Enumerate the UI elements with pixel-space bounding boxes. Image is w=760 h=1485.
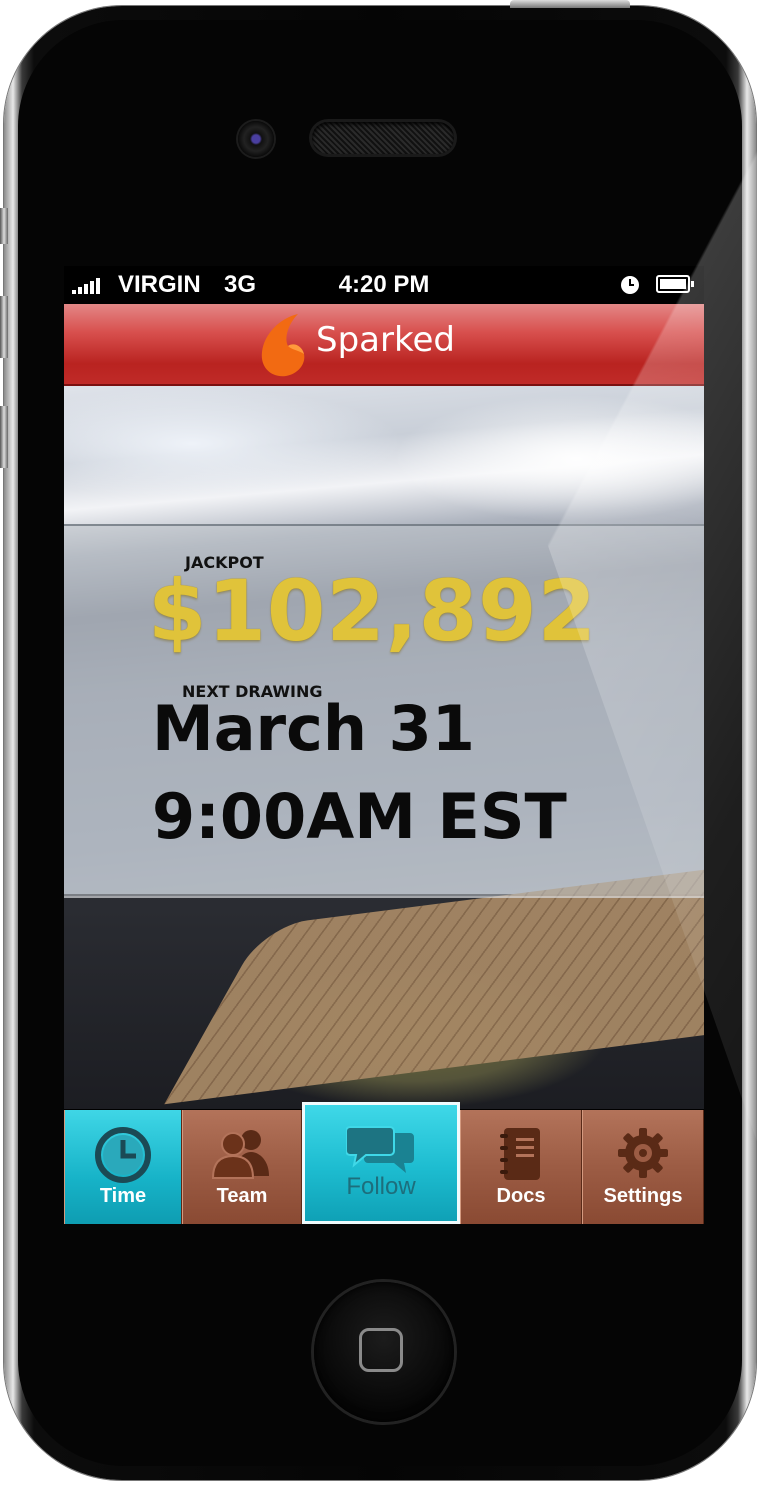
tab-settings[interactable]: Settings bbox=[582, 1110, 704, 1224]
tab-team-label: Team bbox=[216, 1185, 268, 1207]
app-title: Sparked bbox=[316, 320, 455, 360]
tab-bar: Time Team Follow Docs Settings bbox=[64, 1102, 704, 1224]
status-clock: 4:20 PM bbox=[338, 271, 430, 298]
tab-follow-label: Follow bbox=[346, 1173, 416, 1200]
clock-icon bbox=[95, 1127, 151, 1183]
earpiece-speaker bbox=[312, 122, 454, 154]
status-bar: VIRGIN 3G 4:20 PM bbox=[64, 266, 704, 304]
volume-up-button bbox=[0, 296, 8, 358]
tab-docs-label: Docs bbox=[496, 1185, 546, 1207]
next-drawing-date: March 31 bbox=[152, 692, 475, 765]
tab-team[interactable]: Team bbox=[182, 1110, 302, 1224]
power-button bbox=[510, 0, 630, 8]
alarm-icon bbox=[621, 276, 639, 294]
home-square-icon bbox=[359, 1328, 403, 1372]
next-drawing-time: 9:00AM EST bbox=[152, 780, 567, 853]
info-panel: JACKPOT $102,892 NEXT DRAWING March 31 9… bbox=[64, 524, 704, 898]
mute-switch bbox=[0, 208, 8, 244]
tab-settings-label: Settings bbox=[603, 1185, 683, 1207]
front-camera bbox=[238, 121, 274, 157]
people-icon bbox=[211, 1130, 269, 1179]
notebook-icon bbox=[500, 1128, 540, 1180]
tab-time-label: Time bbox=[99, 1185, 147, 1207]
home-button[interactable] bbox=[314, 1282, 454, 1422]
gear-icon bbox=[618, 1128, 668, 1178]
app-header: Sparked bbox=[64, 304, 704, 386]
battery-icon bbox=[656, 275, 694, 293]
flame-icon bbox=[261, 314, 305, 377]
tab-follow[interactable]: Follow bbox=[302, 1102, 460, 1224]
jackpot-amount: $102,892 bbox=[148, 562, 598, 660]
volume-down-button bbox=[0, 406, 8, 468]
chat-bubbles-icon bbox=[346, 1126, 414, 1173]
tab-docs[interactable]: Docs bbox=[460, 1110, 582, 1224]
screen: VIRGIN 3G 4:20 PM Sparked JACKPOT $102,8… bbox=[64, 266, 704, 1224]
tab-time[interactable]: Time bbox=[64, 1110, 182, 1224]
